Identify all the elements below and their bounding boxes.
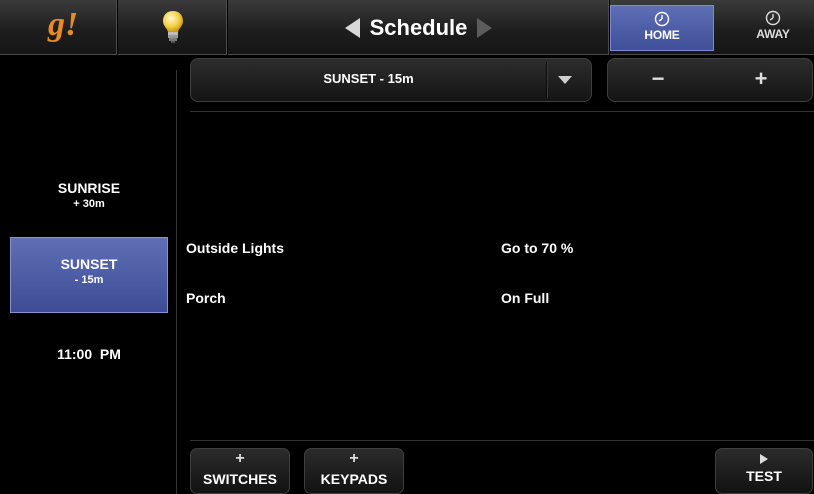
logo-button[interactable]: g!: [0, 0, 118, 55]
plus-icon: +: [235, 450, 245, 467]
device-action: Go to 70 %: [501, 240, 574, 256]
app-logo: g!: [48, 6, 79, 43]
event-offset: - 15m: [74, 274, 104, 286]
device-name: Porch: [186, 290, 226, 306]
chevron-down-icon[interactable]: [558, 76, 572, 84]
test-label: TEST: [746, 468, 782, 484]
top-bar: g! Schedule HOME AWAY: [0, 0, 814, 55]
clock-icon: [765, 10, 781, 26]
device-name: Outside Lights: [186, 240, 284, 256]
page-title: Schedule: [369, 14, 468, 40]
event-name: SUNSET: [60, 256, 118, 272]
plus-button[interactable]: +: [711, 59, 811, 101]
test-button[interactable]: TEST: [715, 448, 813, 494]
clock-icon: [654, 11, 670, 27]
dropdown-separator: [546, 62, 547, 98]
add-switches-button[interactable]: + SWITCHES: [190, 448, 290, 494]
away-mode-button[interactable]: AWAY: [734, 5, 812, 51]
switches-label: SWITCHES: [203, 471, 277, 487]
away-label: AWAY: [756, 27, 790, 41]
header-divider: [190, 111, 814, 112]
offset-stepper: − +: [607, 58, 813, 102]
event-sunset[interactable]: SUNSET - 15m: [10, 237, 168, 313]
column-divider: [176, 70, 177, 494]
home-label: HOME: [644, 28, 680, 42]
arrow-left-icon[interactable]: [344, 17, 360, 38]
device-action: On Full: [501, 290, 550, 306]
footer-divider: [190, 440, 814, 441]
home-mode-button[interactable]: HOME: [610, 5, 714, 51]
play-icon: [760, 454, 768, 464]
arrow-right-icon[interactable]: [477, 17, 493, 38]
keypads-label: KEYPADS: [320, 471, 388, 487]
minus-button[interactable]: −: [608, 59, 708, 101]
title-area: Schedule: [228, 0, 610, 55]
event-sunrise[interactable]: SUNRISE + 30m: [10, 180, 168, 230]
event-dropdown[interactable]: SUNSET - 15m: [190, 58, 592, 102]
plus-icon: +: [349, 450, 359, 467]
event-name: SUNRISE: [57, 180, 121, 196]
event-offset: + 30m: [73, 198, 105, 210]
lightbulb-icon: [163, 11, 183, 43]
event-name: 11:00 PM: [57, 346, 121, 362]
lights-button[interactable]: [118, 0, 228, 55]
event-time[interactable]: 11:00 PM: [10, 346, 168, 362]
dropdown-value: SUNSET - 15m: [323, 71, 414, 86]
add-keypads-button[interactable]: + KEYPADS: [304, 448, 404, 494]
